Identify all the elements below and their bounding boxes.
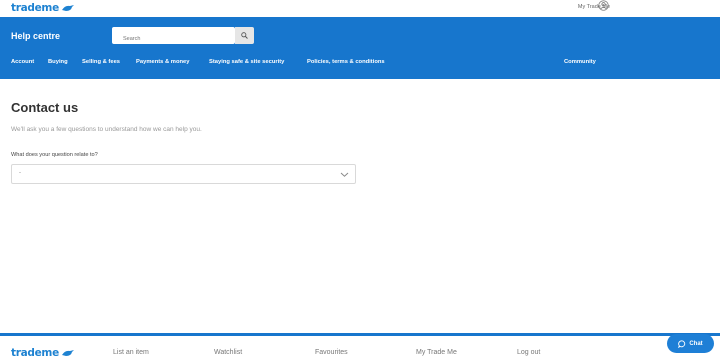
page-title: Contact us xyxy=(11,100,79,115)
search-box xyxy=(112,27,235,48)
search-icon xyxy=(241,32,248,39)
page-subtitle: We'll ask you a few questions to underst… xyxy=(11,126,202,133)
search-button[interactable] xyxy=(235,27,254,44)
nav-staying-safe[interactable]: Staying safe & site security xyxy=(209,59,284,65)
help-centre-title[interactable]: Help centre xyxy=(11,31,60,41)
nav-buying[interactable]: Buying xyxy=(48,59,68,65)
trademe-logo[interactable]: trade me xyxy=(11,2,75,14)
nav-account[interactable]: Account xyxy=(11,59,34,65)
footer-link-list-item[interactable]: List an item xyxy=(113,349,149,356)
nav-policies[interactable]: Policies, terms & conditions xyxy=(307,59,385,65)
footer-link-my-trade-me[interactable]: My Trade Me xyxy=(416,349,457,356)
footer-trademe-logo[interactable]: trade me xyxy=(11,347,75,358)
footer-logo-text-me: me xyxy=(41,347,59,358)
user-icon[interactable] xyxy=(598,0,609,11)
nav-community[interactable]: Community xyxy=(564,59,596,65)
chat-label: Chat xyxy=(689,340,703,347)
footer-kiwi-bird-icon xyxy=(61,349,74,356)
logo-text-me: me xyxy=(41,2,59,14)
nav-selling-fees[interactable]: Selling & fees xyxy=(82,59,120,65)
footer: trade me List an item Watchlist Favourite… xyxy=(0,336,720,358)
help-nav: Account Buying Selling & fees Payments &… xyxy=(0,59,720,69)
footer-logo-text-trade: trade xyxy=(11,347,42,358)
logo-text-trade: trade xyxy=(11,2,42,14)
chevron-down-icon xyxy=(340,172,349,177)
footer-link-log-out[interactable]: Log out xyxy=(517,349,540,356)
chat-bubble-icon xyxy=(678,339,686,348)
nav-payments-money[interactable]: Payments & money xyxy=(136,59,189,65)
search-input[interactable] xyxy=(112,30,235,48)
chat-button[interactable]: Chat xyxy=(667,334,714,353)
top-bar: trade me My Trade Me xyxy=(0,0,720,17)
footer-link-favourites[interactable]: Favourites xyxy=(315,349,348,356)
question-label: What does your question relate to? xyxy=(11,152,98,158)
footer-link-watchlist[interactable]: Watchlist xyxy=(214,349,242,356)
kiwi-bird-icon xyxy=(61,4,74,11)
select-value: - xyxy=(19,170,21,176)
question-topic-select[interactable]: - xyxy=(11,164,356,184)
help-centre-header: Help centre Account Buying Selling & fee… xyxy=(0,17,720,79)
